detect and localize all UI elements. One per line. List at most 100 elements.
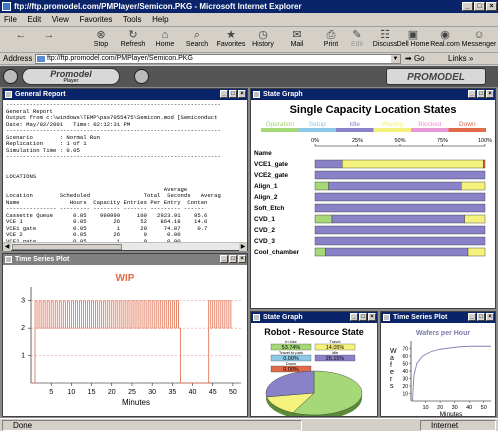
promodel-toolbar: Promodel Player PROMODEL xyxy=(0,66,498,87)
menu-view[interactable]: View xyxy=(48,13,73,26)
x-tick-4: 25 xyxy=(128,389,136,396)
y-tick-1: 2 xyxy=(21,325,25,332)
y-tick-0: 10 xyxy=(402,392,408,398)
state-bar-3-3 xyxy=(460,181,486,191)
state-bar-5-2 xyxy=(314,203,486,213)
row-label-7: CVD_2 xyxy=(254,227,275,234)
maximize-button[interactable]: □ xyxy=(229,90,237,98)
maximize-button[interactable]: □ xyxy=(359,313,367,321)
maximize-button[interactable]: □ xyxy=(474,2,485,11)
links-button[interactable]: Links » xyxy=(448,54,473,63)
toolbar-mail-button[interactable]: ✉ Mail xyxy=(278,29,316,51)
minimize-button[interactable]: _ xyxy=(468,90,476,98)
wafers-chart: Wafers per Hour1020304050607010 20 30 40 50M… xyxy=(390,330,491,418)
close-button[interactable]: × xyxy=(238,255,246,263)
y-tick-0: 1 xyxy=(21,353,25,360)
state-graph-panel: State Graph _ □ × Single Capacity Location… xyxy=(250,88,496,309)
forward-arrow-icon: → xyxy=(43,29,55,41)
maximize-button[interactable]: □ xyxy=(477,90,485,98)
minimize-button[interactable]: _ xyxy=(468,313,476,321)
messenger-icon: ☺ xyxy=(473,29,485,41)
scroll-left-icon[interactable]: ◀ xyxy=(3,243,11,251)
state-graph-titlebar: State Graph _ □ × xyxy=(251,89,495,100)
menu-tools[interactable]: Tools xyxy=(119,13,146,26)
state-bar-6-3 xyxy=(464,214,486,224)
state-bar-8-2 xyxy=(314,236,486,246)
y-axis-label: Wafers xyxy=(390,348,397,390)
x-tick-3: 20 xyxy=(108,389,116,396)
horizontal-scrollbar[interactable]: ◀ ▶ xyxy=(3,242,247,251)
minimize-button[interactable]: _ xyxy=(350,313,358,321)
toolbar-search-button[interactable]: ⌕ Search xyxy=(178,29,216,51)
legend-label-5: Down xyxy=(459,121,476,128)
scroll-right-icon[interactable]: ▶ xyxy=(239,243,247,251)
maximize-button[interactable]: □ xyxy=(229,255,237,263)
minimize-button[interactable]: _ xyxy=(462,2,473,11)
x-tick-5: 30 xyxy=(148,389,156,396)
real-icon: ◉ xyxy=(440,29,450,41)
robot-legend-name-4: Down xyxy=(286,361,296,366)
go-button[interactable]: ➡ Go xyxy=(405,54,425,63)
general-report-title: General Report xyxy=(15,91,66,98)
player-menu-button[interactable] xyxy=(3,69,18,84)
zone-text: Internet xyxy=(431,421,459,430)
state-bar-2-2 xyxy=(314,170,486,180)
robot-legend-value-3: 26.15% xyxy=(326,356,345,362)
close-button[interactable]: × xyxy=(486,313,494,321)
address-dropdown-icon[interactable]: ▼ xyxy=(391,55,400,63)
x-tick-2: 15 xyxy=(88,389,96,396)
pie-slice-3 xyxy=(265,370,315,398)
menu-favorites[interactable]: Favorites xyxy=(75,13,116,26)
toolbar-history-button[interactable]: ◷ History xyxy=(244,29,282,51)
address-input[interactable]: ftp://ftp.promodel.com/PMPlayer/Semicon.… xyxy=(35,54,401,64)
legend-label-2: Idle xyxy=(350,121,361,128)
window-title: ftp://ftp.promodel.com/PMPlayer/Semicon.… xyxy=(14,2,302,11)
logo-sub: Player xyxy=(63,78,79,84)
menu-bar: File Edit View Favorites Tools Help xyxy=(0,13,498,27)
y-tick-5: 60 xyxy=(402,354,408,360)
minimize-button[interactable]: _ xyxy=(220,90,228,98)
x-tick-0: 10 xyxy=(422,405,428,411)
toolbar-forward-arrow-button[interactable]: → xyxy=(30,29,68,51)
legend-label-0: Operation xyxy=(265,121,294,128)
report-text: ----------------------------------------… xyxy=(6,101,221,247)
menu-file[interactable]: File xyxy=(0,13,21,26)
y-tick-2: 3 xyxy=(21,298,25,305)
legend-swatch-4 xyxy=(411,128,449,132)
row-label-8: CVD_3 xyxy=(254,238,275,245)
favorites-icon: ★ xyxy=(226,29,236,41)
scroll-thumb[interactable] xyxy=(12,244,122,250)
state-bar-9-2 xyxy=(324,247,469,257)
y-tick-4: 50 xyxy=(402,362,408,368)
toolbar: ← → ⊗ Stop ↻ Refresh ⌂ Home ⌕ Search ★ Favorites ◷ Hi… xyxy=(0,27,498,53)
play-button[interactable] xyxy=(134,69,149,84)
toolbar-messenger-button[interactable]: ☺ Messenger xyxy=(460,29,498,51)
menu-edit[interactable]: Edit xyxy=(23,13,45,26)
close-button[interactable]: × xyxy=(486,90,494,98)
title-bar: ftp://ftp.promodel.com/PMPlayer/Semicon.… xyxy=(0,0,498,13)
robot-titlebar: State Graph _ □ × xyxy=(251,312,377,323)
close-button[interactable]: × xyxy=(368,313,376,321)
row-label-3: Align_1 xyxy=(254,183,278,190)
y-tick-2: 30 xyxy=(402,377,408,383)
wafers-panel-title: Time Series Plot xyxy=(393,314,448,321)
wip-panel-title: Time Series Plot xyxy=(15,256,70,263)
axis-tick-0: 0% xyxy=(311,138,319,144)
status-left: Done xyxy=(2,420,302,431)
axis-tick-2: 50% xyxy=(394,138,405,144)
search-icon: ⌕ xyxy=(193,29,201,41)
minimize-button[interactable]: _ xyxy=(220,255,228,263)
state-bar-7-2 xyxy=(314,225,486,235)
close-button[interactable]: × xyxy=(238,90,246,98)
axis-tick-4: 100% xyxy=(478,138,492,144)
refresh-icon: ↻ xyxy=(128,29,138,41)
wip-panel: Time Series Plot _ □ × WIP 5 10 15 20 25 30 35 40 4… xyxy=(2,253,248,417)
state-graph-title: Single Capacity Location States xyxy=(289,104,457,116)
legend-label-4: Blocked xyxy=(418,121,442,128)
edit-icon: ✎ xyxy=(352,29,362,41)
toolbar-real-com-button[interactable]: ◉ Real.com xyxy=(426,29,464,51)
dell-home-icon: ▣ xyxy=(407,29,419,41)
menu-help[interactable]: Help xyxy=(148,13,172,26)
maximize-button[interactable]: □ xyxy=(477,313,485,321)
close-button[interactable]: × xyxy=(486,2,497,11)
